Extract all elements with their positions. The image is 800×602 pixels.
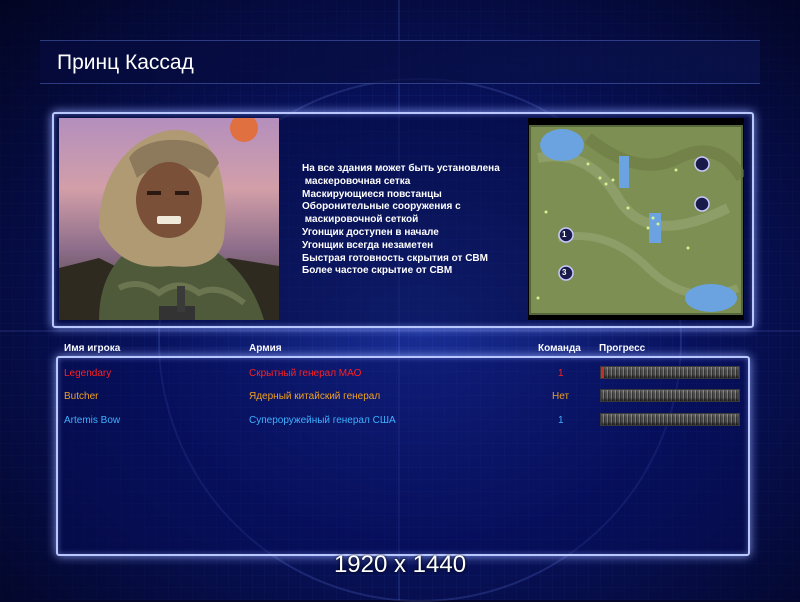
crosshair-horizontal-line <box>0 330 800 332</box>
feature-line: На все здания может быть установлена <box>302 163 500 174</box>
players-table-panel <box>56 356 750 556</box>
player-team: Нет <box>552 391 570 402</box>
page-title: Принц Кассад <box>57 51 194 74</box>
player-name: Butcher <box>64 391 99 402</box>
player-army: Супероружейный генерал США <box>249 415 396 426</box>
player-name: Artemis Bow <box>64 415 121 426</box>
player-army: Скрытный генерал МАО <box>249 368 362 379</box>
loading-progress-bar <box>600 366 740 379</box>
map-marker-label: 1 <box>562 230 567 239</box>
feature-line: Быстрая готовность скрытия от СВМ <box>302 252 488 264</box>
header-team: Команда <box>538 343 581 354</box>
general-portrait <box>59 118 279 320</box>
map-preview: 1 3 <box>528 118 744 320</box>
feature-line: маскировочной сеткой <box>302 214 419 226</box>
player-team: 1 <box>558 368 564 379</box>
player-team: 1 <box>558 415 564 426</box>
feature-line: Оборонительные сооружения с <box>302 201 461 213</box>
header-progress: Прогресс <box>599 343 646 354</box>
feature-line: Маскирующиеся повстанцы <box>302 188 442 200</box>
general-features-list: На все здания может быть установлена мас… <box>302 163 522 278</box>
progress-fill <box>601 367 604 378</box>
map-marker-label: 3 <box>562 268 567 277</box>
sun-shape <box>230 118 258 142</box>
player-army: Ядерный китайский генерал <box>249 391 381 402</box>
header-player-name: Имя игрока <box>64 343 121 354</box>
feature-line: Более частое скрытие от СВМ <box>302 265 453 277</box>
feature-line: Угонщик всегда незаметен <box>302 239 434 251</box>
loading-progress-bar <box>600 389 740 402</box>
feature-line: маскеровочная сетка <box>302 175 411 187</box>
loading-progress-bar <box>600 413 740 426</box>
resolution-label: 1920 x 1440 <box>333 551 467 578</box>
header-army: Армия <box>249 343 282 354</box>
player-name: Legendary <box>64 368 112 379</box>
feature-line: Угонщик доступен в начале <box>302 226 439 238</box>
